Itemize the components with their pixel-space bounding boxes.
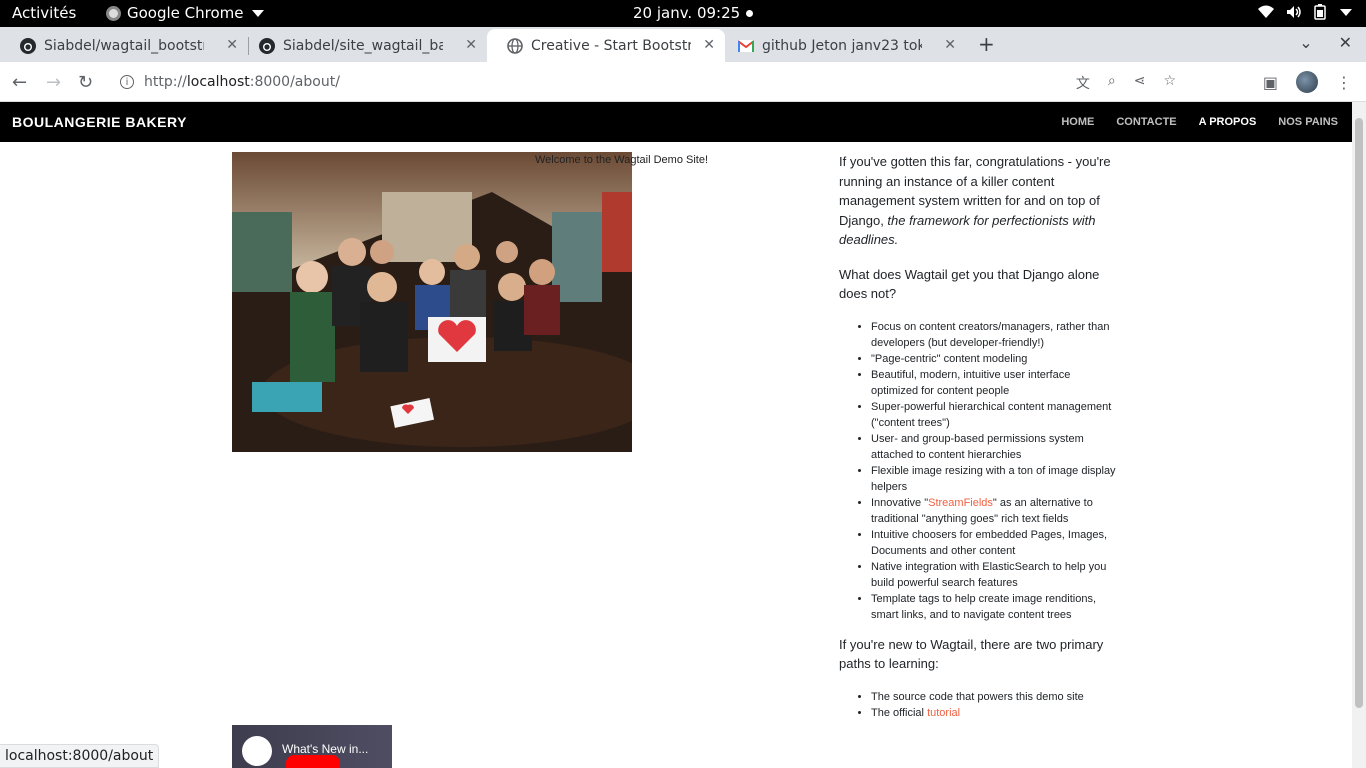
address-bar[interactable]: i http://localhost:8000/about/ (110, 66, 1160, 98)
learning-list: The source code that powers this demo si… (839, 689, 1119, 721)
tab-creative-start-bootstrap[interactable]: Creative - Start Bootstrap ✕ (487, 29, 725, 62)
photo-caption: Welcome to the Wagtail Demo Site! (535, 154, 709, 166)
tabstrip-controls: ⌄ ✕ (1299, 33, 1352, 52)
list-item: "Page-centric" content modeling (871, 351, 1119, 367)
page-scrollbar[interactable] (1352, 102, 1366, 768)
list-item: Native integration with ElasticSearch to… (871, 559, 1119, 591)
omnibox-actions: 文 ⌕ ⋖ ☆ (1076, 73, 1176, 93)
tab-site-wagtail-bakery[interactable]: Siabdel/site_wagtail_bakery ✕ (239, 29, 487, 62)
tab-title: Siabdel/site_wagtail_bakery (283, 37, 443, 54)
menu-kebab-icon[interactable]: ⋮ (1336, 73, 1352, 92)
reload-icon[interactable]: ↻ (78, 72, 93, 93)
forward-icon[interactable]: → (46, 72, 61, 93)
intro-paragraph: If you've gotten this far, congratulatio… (839, 154, 1111, 247)
video-embed[interactable]: What's New in... (232, 725, 392, 768)
share-icon[interactable]: ⋖ (1134, 73, 1146, 93)
profile-avatar[interactable] (1296, 71, 1318, 93)
browser-toolbar: ← → ↻ i http://localhost:8000/about/ 文 ⌕… (0, 62, 1366, 102)
nav-home[interactable]: HOME (1061, 116, 1094, 128)
url-text: http://localhost:8000/about/ (144, 74, 340, 90)
volume-icon (1287, 6, 1301, 18)
side-panel-icon[interactable]: ▣ (1263, 73, 1278, 92)
list-item: Beautiful, modern, intuitive user interf… (871, 367, 1119, 399)
list-item: Focus on content creators/managers, rath… (871, 319, 1119, 351)
activities-button[interactable]: Activités (12, 4, 76, 22)
app-menu-label: Google Chrome (127, 4, 244, 22)
system-menu[interactable] (1258, 4, 1352, 20)
wifi-icon (1258, 5, 1274, 18)
tab-title: Siabdel/wagtail_bootstrap (44, 37, 204, 54)
tab-strip: Siabdel/wagtail_bootstrap ✕ Siabdel/site… (0, 27, 1366, 62)
tab-github-jeton[interactable]: github Jeton janv23 token ✕ (718, 29, 966, 62)
tab-title: Creative - Start Bootstrap (531, 37, 691, 54)
tab-search-icon[interactable]: ⌄ (1299, 33, 1312, 52)
tab-wagtail-bootstrap[interactable]: Siabdel/wagtail_bootstrap ✕ (0, 29, 248, 62)
back-icon[interactable]: ← (12, 72, 27, 93)
learning-paragraph: If you're new to Wagtail, there are two … (839, 636, 1104, 672)
list-item: Flexible image resizing with a ton of im… (871, 463, 1119, 495)
features-list: Focus on content creators/managers, rath… (839, 319, 1119, 623)
list-item: User- and group-based permissions system… (871, 431, 1119, 463)
close-icon[interactable]: ✕ (703, 37, 715, 53)
battery-icon (1314, 4, 1326, 20)
team-photo-image (232, 152, 632, 452)
close-icon[interactable]: ✕ (226, 37, 238, 53)
translate-icon[interactable]: 文 (1076, 73, 1090, 93)
list-item: Intuitive choosers for embedded Pages, I… (871, 527, 1119, 559)
tutorial-link[interactable]: tutorial (927, 707, 960, 719)
site-menu: HOME CONTACTE A PROPOS NOS PAINS (1061, 116, 1338, 128)
github-icon (20, 37, 36, 54)
nav-a-propos[interactable]: A PROPOS (1199, 116, 1257, 128)
scrollbar-thumb[interactable] (1355, 118, 1363, 708)
new-tab-icon[interactable]: + (978, 32, 995, 56)
team-photo (232, 152, 632, 452)
site-brand[interactable]: BOULANGERIE BAKERY (12, 114, 187, 130)
app-menu[interactable]: Google Chrome (106, 4, 264, 22)
nav-nos-pains[interactable]: NOS PAINS (1278, 116, 1338, 128)
close-icon[interactable]: ✕ (465, 37, 477, 53)
chrome-icon (106, 5, 121, 21)
site-navbar: BOULANGERIE BAKERY HOME CONTACTE A PROPO… (0, 102, 1352, 142)
video-title: What's New in... (282, 742, 369, 756)
wagtail-logo-icon (242, 736, 272, 766)
tab-title: github Jeton janv23 token (762, 37, 922, 54)
status-bar-url: localhost:8000/about (0, 744, 160, 768)
system-caret-icon (1340, 8, 1352, 16)
gmail-icon (738, 39, 754, 52)
close-icon[interactable]: ✕ (944, 37, 956, 53)
list-item: The official tutorial (871, 705, 1119, 721)
caret-down-icon (251, 9, 264, 17)
zoom-icon[interactable]: ⌕ (1108, 73, 1116, 93)
nav-contacte[interactable]: CONTACTE (1116, 116, 1176, 128)
notification-dot-icon (746, 10, 753, 17)
window-close-icon[interactable]: ✕ (1339, 33, 1352, 52)
list-item: Template tags to help create image rendi… (871, 591, 1119, 623)
page-viewport: BOULANGERIE BAKERY HOME CONTACTE A PROPO… (0, 102, 1352, 768)
list-item: The source code that powers this demo si… (871, 689, 1119, 705)
list-item: Super-powerful hierarchical content mana… (871, 399, 1119, 431)
about-article: If you've gotten this far, congratulatio… (839, 152, 1119, 733)
toolbar-right: ▣ ⋮ (1263, 71, 1352, 93)
play-button-icon[interactable] (286, 755, 340, 768)
list-item: Innovative "StreamFields" as an alternat… (871, 495, 1119, 527)
clock[interactable]: 20 janv. 09:25 (633, 4, 740, 22)
streamfields-link[interactable]: StreamFields (928, 497, 993, 509)
gnome-top-bar: Activités Google Chrome 20 janv. 09:25 (0, 0, 1366, 27)
bookmark-star-icon[interactable]: ☆ (1163, 73, 1176, 93)
github-icon (259, 37, 275, 54)
info-icon[interactable]: i (120, 75, 134, 89)
question-paragraph: What does Wagtail get you that Django al… (839, 266, 1100, 302)
globe-icon (507, 37, 523, 54)
